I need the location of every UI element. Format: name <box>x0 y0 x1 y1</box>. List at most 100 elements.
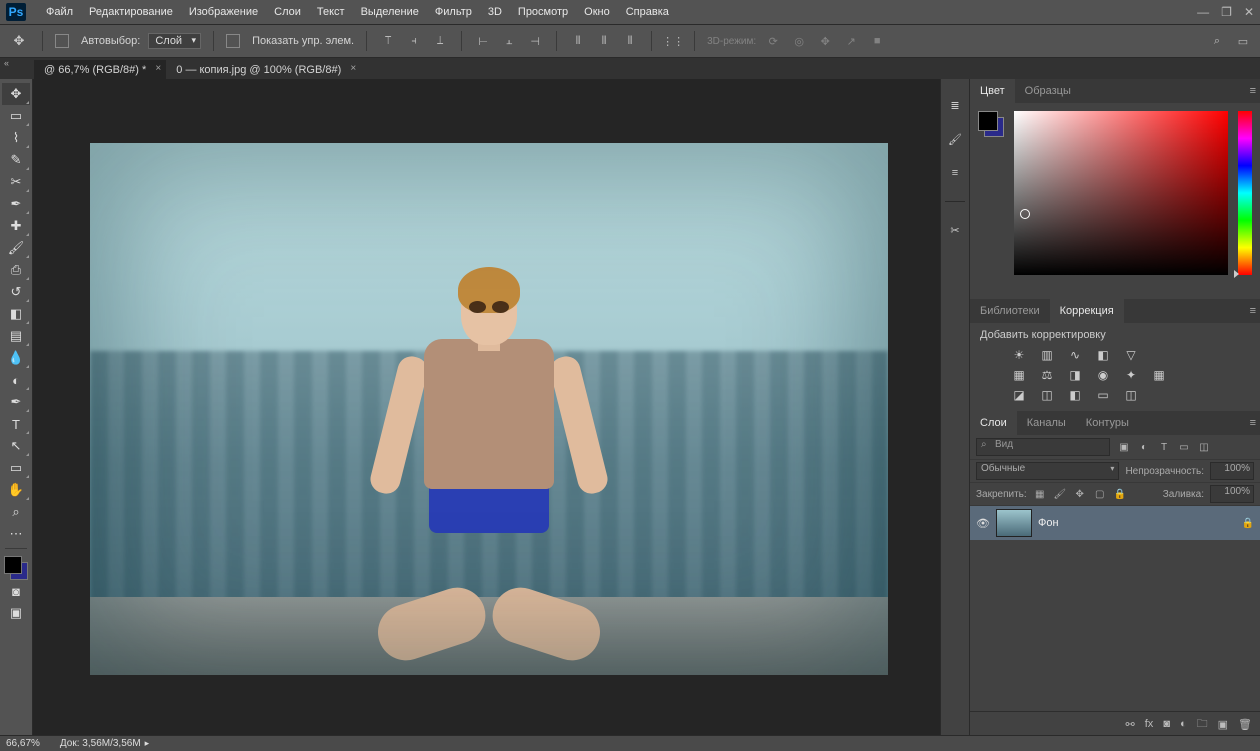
align-hcenter-icon[interactable]: ⫠ <box>500 32 518 50</box>
show-controls-checkbox[interactable] <box>226 34 240 48</box>
new-group-icon[interactable]: 🗀 <box>1197 715 1208 734</box>
new-layer-icon[interactable]: ▣ <box>1218 718 1228 731</box>
tab-close-icon[interactable]: × <box>350 63 356 74</box>
move-tool-icon[interactable]: ✥ <box>8 30 30 52</box>
channelmixer-icon[interactable]: ✦ <box>1122 367 1140 383</box>
filter-text-icon[interactable]: T <box>1156 439 1172 455</box>
brush-tool[interactable]: 🖌 <box>2 237 30 259</box>
filter-adjust-icon[interactable]: ◐ <box>1136 439 1152 455</box>
stamp-tool[interactable]: ⎙ <box>2 259 30 281</box>
distribute-v2-icon[interactable]: ⫴ <box>595 32 613 50</box>
distribute-v3-icon[interactable]: ⫴ <box>621 32 639 50</box>
zoom-tool[interactable]: ⌕ <box>2 501 30 523</box>
tab-layers[interactable]: Слои <box>970 411 1017 435</box>
colorlookup-icon[interactable]: ▦ <box>1150 367 1168 383</box>
document-canvas[interactable] <box>90 143 888 675</box>
foreground-color-swatch[interactable] <box>4 556 22 574</box>
tab-swatches[interactable]: Образцы <box>1015 79 1081 103</box>
layer-visibility-icon[interactable]: 👁 <box>976 517 990 530</box>
link-layers-icon[interactable]: ⚯ <box>1126 718 1135 731</box>
document-tab[interactable]: 0 — копия.jpg @ 100% (RGB/8#) × <box>166 60 361 80</box>
healing-tool[interactable]: ✚ <box>2 215 30 237</box>
filter-image-icon[interactable]: ▣ <box>1116 439 1132 455</box>
eraser-tool[interactable]: ◧ <box>2 303 30 325</box>
lock-pixels-icon[interactable]: ▦ <box>1033 487 1047 501</box>
curves-icon[interactable]: ∿ <box>1066 347 1084 363</box>
menu-select[interactable]: Выделение <box>353 6 427 18</box>
menu-file[interactable]: Файл <box>38 6 81 18</box>
3d-slide-icon[interactable]: ↗ <box>842 32 860 50</box>
document-tab[interactable]: @ 66,7% (RGB/8#) * × <box>34 60 166 80</box>
align-top-icon[interactable]: ⟙ <box>379 32 397 50</box>
menu-image[interactable]: Изображение <box>181 6 266 18</box>
pen-tool[interactable]: ✒ <box>2 391 30 413</box>
tab-color[interactable]: Цвет <box>970 79 1015 103</box>
zoom-level[interactable]: 66,67% <box>6 738 40 749</box>
menu-window[interactable]: Окно <box>576 6 618 18</box>
eyedrop-tool[interactable]: ✒ <box>2 193 30 215</box>
lasso-tool[interactable]: ⌇ <box>2 127 30 149</box>
window-maximize-icon[interactable]: ❐ <box>1221 5 1232 19</box>
crop-tool[interactable]: ✂ <box>2 171 30 193</box>
align-right-icon[interactable]: ⊣ <box>526 32 544 50</box>
lock-position-icon[interactable]: ✥ <box>1073 487 1087 501</box>
type-tool[interactable]: T <box>2 413 30 435</box>
layer-thumbnail[interactable] <box>996 509 1032 537</box>
lock-all-icon[interactable]: 🔒 <box>1113 487 1127 501</box>
panel-menu-icon[interactable]: ≡ <box>1250 305 1256 317</box>
pathselect-tool[interactable]: ↖ <box>2 435 30 457</box>
threshold-icon[interactable]: ◧ <box>1066 387 1084 403</box>
colorbalance-icon[interactable]: ⚖ <box>1038 367 1056 383</box>
layer-name[interactable]: Фон <box>1038 517 1059 529</box>
lock-artboard-icon[interactable]: ▢ <box>1093 487 1107 501</box>
doc-size[interactable]: Док: 3,56M/3,56M▸ <box>60 738 149 749</box>
layer-fx-icon[interactable]: fx <box>1145 718 1154 730</box>
quickselect-tool[interactable]: ✎ <box>2 149 30 171</box>
hue-slider[interactable] <box>1238 111 1252 275</box>
screenmode-icon[interactable]: ▭ <box>1234 32 1252 50</box>
opacity-input[interactable]: 100% <box>1210 462 1254 480</box>
panel-swatches[interactable] <box>978 111 1004 137</box>
hue-icon[interactable]: ▦ <box>1010 367 1028 383</box>
history-panel-icon[interactable]: ≣ <box>945 95 965 115</box>
history-brush-tool[interactable]: ↺ <box>2 281 30 303</box>
fill-input[interactable]: 100% <box>1210 485 1254 503</box>
autoselect-checkbox[interactable] <box>55 34 69 48</box>
blendmode-dropdown[interactable]: Обычные <box>976 462 1119 480</box>
exposure-icon[interactable]: ◧ <box>1094 347 1112 363</box>
tab-close-icon[interactable]: × <box>155 63 161 74</box>
marquee-tool[interactable]: ▭ <box>2 105 30 127</box>
align-vmid-icon[interactable]: ⫞ <box>405 32 423 50</box>
move-tool[interactable]: ✥ <box>2 83 30 105</box>
distribute-h-icon[interactable]: ⋮⋮ <box>664 32 682 50</box>
menu-text[interactable]: Текст <box>309 6 353 18</box>
blur-tool[interactable]: 💧 <box>2 347 30 369</box>
bw-icon[interactable]: ◨ <box>1066 367 1084 383</box>
layer-filter-dropdown[interactable]: ⌕Вид <box>976 438 1110 456</box>
brush-panel-icon[interactable]: 🖌 <box>945 129 965 149</box>
screenmode-tool[interactable]: ▣ <box>2 602 30 624</box>
tabstrip-toggle-icon[interactable]: « <box>4 58 9 68</box>
distribute-v1-icon[interactable]: ⫴ <box>569 32 587 50</box>
panel-menu-icon[interactable]: ≡ <box>1250 85 1256 97</box>
filter-smart-icon[interactable]: ◫ <box>1196 439 1212 455</box>
brightness-icon[interactable]: ☀ <box>1010 347 1028 363</box>
menu-3d[interactable]: 3D <box>480 6 510 18</box>
window-close-icon[interactable]: ✕ <box>1244 5 1254 19</box>
tab-paths[interactable]: Контуры <box>1076 411 1139 435</box>
vibrance-icon[interactable]: ▽ <box>1122 347 1140 363</box>
hand-tool[interactable]: ✋ <box>2 479 30 501</box>
color-field[interactable] <box>1014 111 1228 275</box>
selectivecolor-icon[interactable]: ◫ <box>1122 387 1140 403</box>
posterize-icon[interactable]: ◫ <box>1038 387 1056 403</box>
align-left-icon[interactable]: ⊢ <box>474 32 492 50</box>
shape-tool[interactable]: ▭ <box>2 457 30 479</box>
tab-libraries[interactable]: Библиотеки <box>970 299 1050 323</box>
photofilter-icon[interactable]: ◉ <box>1094 367 1112 383</box>
quickmask-tool[interactable]: ◙ <box>2 580 30 602</box>
gradientmap-icon[interactable]: ▭ <box>1094 387 1112 403</box>
delete-layer-icon[interactable]: 🗑 <box>1238 718 1252 731</box>
new-adjustment-icon[interactable]: ◐ <box>1180 718 1187 730</box>
layer-mask-icon[interactable]: ◙ <box>1163 718 1170 730</box>
align-bottom-icon[interactable]: ⟘ <box>431 32 449 50</box>
